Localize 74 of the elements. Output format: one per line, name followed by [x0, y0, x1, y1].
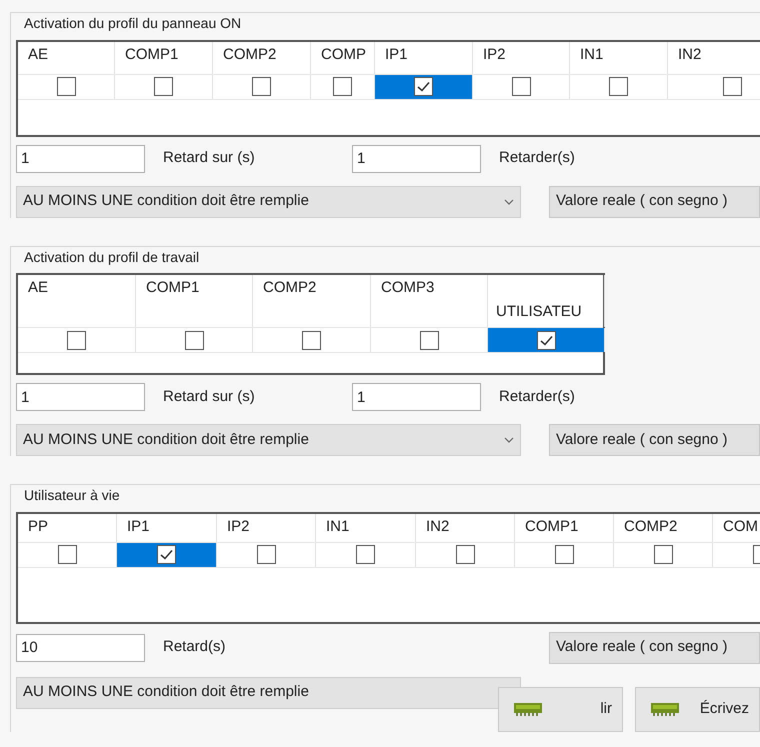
value-type-button[interactable]: Valore reale ( con segno ) [549, 424, 760, 456]
delay-label: Retarder(s) [499, 386, 575, 407]
delay-label: Retard sur (s) [163, 148, 255, 168]
column-header: IP1 [375, 42, 473, 74]
checkbox[interactable] [609, 77, 628, 96]
action-button[interactable]: Écrivez [635, 686, 760, 732]
delay-input[interactable]: 1 [16, 383, 145, 411]
column-header: COMP1 [515, 514, 614, 542]
delay-label: Retarder(s) [499, 148, 575, 168]
condition-dropdown[interactable]: AU MOINS UNE condition doit être remplie [16, 186, 521, 218]
chevron-down-icon [504, 437, 514, 443]
checkbox[interactable] [654, 545, 672, 564]
checkbox[interactable] [723, 77, 742, 96]
grid-cell[interactable] [375, 74, 473, 98]
checkbox[interactable] [157, 545, 176, 564]
column-header: AE [18, 42, 115, 74]
column-header: IP1 [117, 514, 217, 542]
checkbox[interactable] [58, 545, 76, 564]
condition-text: AU MOINS UNE condition doit être remplie [23, 430, 310, 450]
delay-input[interactable]: 1 [16, 144, 145, 172]
group-title: Activation du profil du panneau ON [23, 14, 242, 32]
column-header: IN1 [316, 514, 416, 542]
condition-text: AU MOINS UNE condition doit être remplie [23, 682, 309, 702]
delay-input[interactable]: 10 [16, 634, 145, 662]
checkmark-icon [540, 334, 552, 346]
column-header: COMP [311, 42, 375, 74]
group-title: Activation du profil de travail [23, 248, 200, 266]
column-header: IP2 [473, 42, 570, 74]
column-header: UTILISATEU [488, 275, 605, 327]
column-header: COMP2 [614, 514, 713, 542]
column-header: COM [713, 514, 760, 542]
memory-chip-icon [651, 702, 679, 716]
column-header: COMP2 [213, 42, 311, 74]
checkbox[interactable] [414, 77, 433, 96]
checkmark-icon [160, 549, 173, 560]
column-header: IP2 [217, 514, 316, 542]
action-button[interactable]: lir [498, 686, 623, 732]
delay-label: Retard sur (s) [163, 386, 255, 407]
checkbox[interactable] [420, 330, 438, 350]
column-header: IN2 [416, 514, 515, 542]
checkbox[interactable] [67, 330, 86, 350]
checkbox[interactable] [512, 77, 530, 96]
condition-text: AU MOINS UNE condition doit être remplie [23, 191, 310, 212]
column-header: IN1 [570, 42, 668, 74]
checkbox[interactable] [333, 77, 352, 96]
column-header: PP [18, 514, 117, 542]
column-header: COMP1 [136, 275, 253, 327]
checkbox[interactable] [554, 545, 574, 564]
checkbox[interactable] [536, 330, 556, 350]
column-header: IN2 [668, 42, 760, 74]
checkbox[interactable] [154, 77, 173, 96]
delay-input[interactable]: 1 [352, 383, 481, 411]
column-header: AE [18, 275, 136, 327]
value-type-button[interactable]: Valore reale ( con segno ) [549, 186, 760, 218]
delay-label: Retard(s) [163, 637, 226, 658]
checkbox[interactable] [456, 545, 474, 564]
column-header: COMP3 [371, 275, 488, 327]
grid-cell[interactable] [117, 542, 217, 566]
value-type-button[interactable]: Valore reale ( con segno ) [549, 632, 760, 664]
checkbox[interactable] [56, 77, 76, 96]
column-header: COMP2 [253, 275, 371, 327]
chevron-down-icon [504, 198, 514, 204]
condition-dropdown[interactable]: AU MOINS UNE condition doit être remplie [16, 424, 521, 456]
checkbox[interactable] [302, 330, 321, 350]
checkbox[interactable] [252, 77, 271, 96]
checkbox[interactable] [256, 545, 276, 564]
delay-input[interactable]: 1 [352, 144, 481, 172]
checkmark-icon [417, 81, 430, 92]
column-header: COMP1 [115, 42, 213, 74]
memory-chip-icon [514, 702, 542, 716]
grid-cell[interactable] [488, 328, 605, 352]
checkbox[interactable] [184, 330, 204, 350]
group-title: Utilisateur à vie [23, 486, 121, 504]
checkbox[interactable] [356, 545, 375, 564]
